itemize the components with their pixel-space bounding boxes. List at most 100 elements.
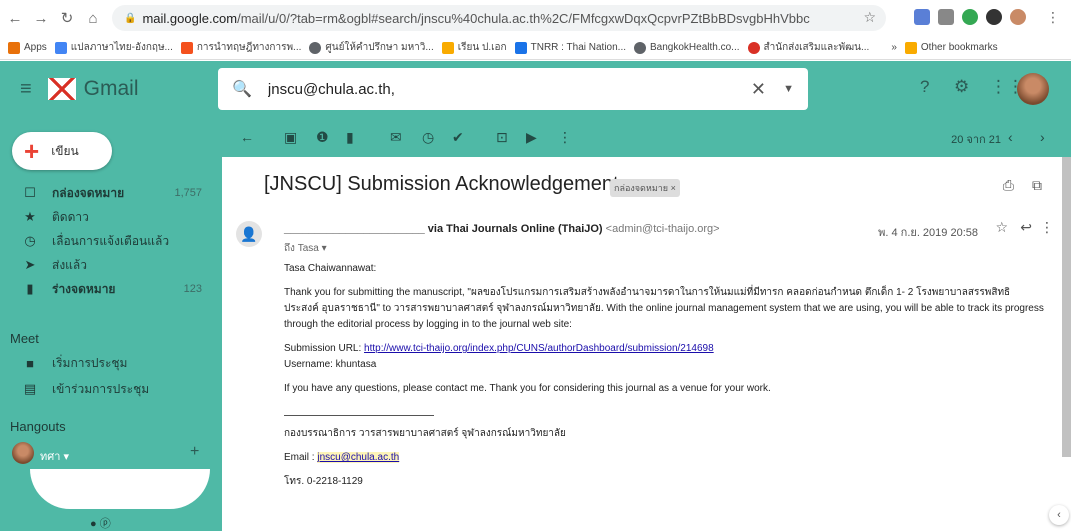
star-icon[interactable]: ☆ (995, 219, 1008, 236)
message-view: [JNSCU] Submission Acknowledgement กล่อง… (222, 157, 1062, 531)
inbox-label-chip[interactable]: กล่องจดหมาย × (610, 179, 680, 197)
bookmark-favicon (309, 41, 322, 54)
print-icon[interactable]: ⎙ (1003, 177, 1014, 194)
back-to-list-icon[interactable]: ← (240, 129, 254, 145)
plus-icon: + (24, 136, 40, 166)
meet-join-meeting[interactable]: ▤ เข้าร่วมการประชุม (0, 377, 222, 401)
sidebar-item-sent[interactable]: ➤ ส่งแล้ว (0, 253, 222, 277)
keyboard-icon: ▤ (23, 381, 37, 396)
bookmark-item[interactable]: แปลภาษาไทย-อังกฤษ... (54, 40, 173, 55)
search-options-icon[interactable]: ▼ (783, 83, 794, 95)
reply-icon[interactable]: ↩ (1020, 219, 1032, 236)
email-date: พ. 4 ก.ย. 2019 20:58 (878, 227, 978, 239)
address-bar[interactable]: 🔒 mail.google.com /mail/u/0/?tab=rm&ogbl… (112, 5, 886, 31)
report-spam-icon[interactable]: ❶ (316, 129, 329, 146)
bookmark-item[interactable]: การนำทฤษฎีทางการพ... (180, 40, 301, 55)
compose-label: เขียน (51, 143, 79, 158)
sidebar-item-starred[interactable]: ★ ติดดาว (0, 205, 222, 229)
hangouts-avatar[interactable] (12, 442, 34, 464)
hangouts-user[interactable]: ทศา ▾ (40, 447, 69, 465)
open-new-window-icon[interactable]: ⧉ (1032, 177, 1042, 194)
sidebar-item-inbox[interactable]: ☐ กล่องจดหมาย 1,757 (0, 181, 222, 205)
gmail-logo-text: Gmail (83, 77, 139, 100)
bookmarks-bar: Apps แปลภาษาไทย-อังกฤษ... การนำทฤษฎีทางก… (0, 36, 1071, 60)
url-host: mail.google.com (142, 10, 238, 26)
folder-icon (904, 41, 917, 54)
older-icon[interactable]: › (1040, 129, 1045, 145)
browser-toolbar: ← → ↻ ⌂ 🔒 mail.google.com /mail/u/0/?tab… (0, 0, 1071, 36)
pager-text: 20 จาก 21 (951, 134, 1001, 146)
bookmark-favicon (634, 41, 647, 54)
bookmark-item[interactable]: สำนักส่งเสริมและพัฒน... (747, 40, 869, 55)
more-bookmarks[interactable]: » (891, 42, 897, 53)
delete-icon[interactable]: ▮ (346, 129, 354, 146)
mark-unread-icon[interactable]: ✉ (390, 129, 402, 146)
search-box[interactable]: 🔍 ✕ ▼ (218, 68, 808, 110)
newer-icon[interactable]: ‹ (1008, 129, 1013, 145)
meet-new-meeting[interactable]: ■ เริ่มการประชุม (0, 351, 222, 375)
recipient-dropdown[interactable]: ถึง Tasa ▾ (284, 241, 327, 256)
bookmark-star-icon[interactable]: ☆ (863, 9, 876, 26)
extension-icon[interactable] (962, 9, 978, 25)
sidebar-item-snoozed[interactable]: ◷ เลื่อนการแจ้งเตือนแล้ว (0, 229, 222, 253)
folder-icon (441, 41, 454, 54)
back-icon[interactable]: ← (4, 10, 26, 27)
forward-icon[interactable]: → (30, 10, 52, 27)
more-icon[interactable]: ⋮ (558, 129, 572, 146)
send-icon: ➤ (24, 257, 36, 272)
label-icon[interactable]: ▶ (526, 129, 537, 146)
browser-menu-icon[interactable]: ⋮ (1046, 9, 1060, 26)
lock-icon: 🔒 (124, 12, 137, 24)
video-camera-icon: ■ (26, 355, 34, 371)
signature-email-link[interactable]: jnscu@chula.ac.th (317, 452, 400, 463)
bookmark-item[interactable]: เรียน ป.เอก (441, 40, 507, 55)
account-avatar[interactable] (1017, 73, 1049, 105)
signature-org: กองบรรณาธิการ วารสารพยาบาลศาสตร์ จุฬาลงก… (284, 428, 566, 439)
signature-email: Email : jnscu@chula.ac.th (284, 452, 400, 463)
add-hangout-icon[interactable]: + (190, 443, 199, 461)
main-menu-icon[interactable]: ≡ (20, 78, 32, 101)
sidebar: + เขียน ☐ กล่องจดหมาย 1,757 ★ ติดดาว ◷ เ… (0, 117, 222, 531)
extension-icon[interactable] (914, 9, 930, 25)
message-toolbar: ← ▣ ❶ ▮ ✉ ◷ ✔ ⊡ ▶ ⋮ 20 จาก 21 ‹ › (222, 117, 1071, 157)
bookmark-favicon (54, 41, 67, 54)
profile-avatar[interactable] (1010, 9, 1026, 25)
extension-icon[interactable] (938, 9, 954, 25)
email-body: Tasa Chaiwannawat: Thank you for submitt… (284, 261, 1044, 498)
meet-section-title: Meet (10, 331, 39, 346)
more-options-icon[interactable]: ⋮ (1040, 219, 1054, 236)
body-paragraph: If you have any questions, please contac… (284, 383, 771, 394)
gmail-logo[interactable]: Gmail (47, 77, 139, 101)
gmail-m-icon (47, 78, 76, 100)
compose-button[interactable]: + เขียน (12, 132, 112, 170)
hangouts-contacts-icon[interactable]: ● ⓟ (90, 515, 111, 531)
sidebar-item-drafts[interactable]: ▮ ร่างจดหมาย 123 (0, 277, 222, 301)
search-input[interactable] (267, 80, 718, 98)
bookmark-item[interactable]: TNRR : Thai Nation... (514, 41, 626, 54)
help-icon[interactable]: ? (920, 77, 929, 97)
snooze-icon[interactable]: ◷ (422, 129, 434, 146)
submission-block: Submission URL: http://www.tci-thaijo.or… (284, 343, 714, 370)
reload-icon[interactable]: ↻ (56, 9, 78, 27)
clear-search-icon[interactable]: ✕ (751, 79, 766, 100)
hangouts-panel (30, 469, 210, 509)
search-icon[interactable]: 🔍 (232, 79, 252, 99)
bookmark-favicon (747, 41, 760, 54)
add-task-icon[interactable]: ✔ (452, 129, 464, 146)
bookmark-favicon (180, 41, 193, 54)
bookmark-apps[interactable]: Apps (8, 41, 47, 54)
other-bookmarks[interactable]: Other bookmarks (904, 41, 998, 54)
puzzle-icon[interactable] (986, 9, 1002, 25)
bookmark-item[interactable]: BangkokHealth.co... (634, 41, 740, 54)
greeting: Tasa Chaiwannawat: (284, 263, 377, 274)
settings-gear-icon[interactable]: ⚙ (954, 77, 969, 97)
bookmark-item[interactable]: ศูนย์ให้คำปรึกษา มหาวิ... (309, 40, 434, 55)
scrollbar[interactable] (1062, 157, 1071, 457)
move-to-icon[interactable]: ⊡ (496, 129, 508, 146)
sender-line: _______________________ via Thai Journal… (284, 223, 720, 235)
home-icon[interactable]: ⌂ (82, 10, 104, 27)
side-panel-toggle-icon[interactable]: ‹ (1049, 505, 1069, 525)
url-path: /mail/u/0/?tab=rm&ogbl#search/jnscu%40ch… (237, 10, 810, 26)
submission-link[interactable]: http://www.tci-thaijo.org/index.php/CUNS… (364, 343, 714, 354)
archive-icon[interactable]: ▣ (284, 129, 297, 146)
